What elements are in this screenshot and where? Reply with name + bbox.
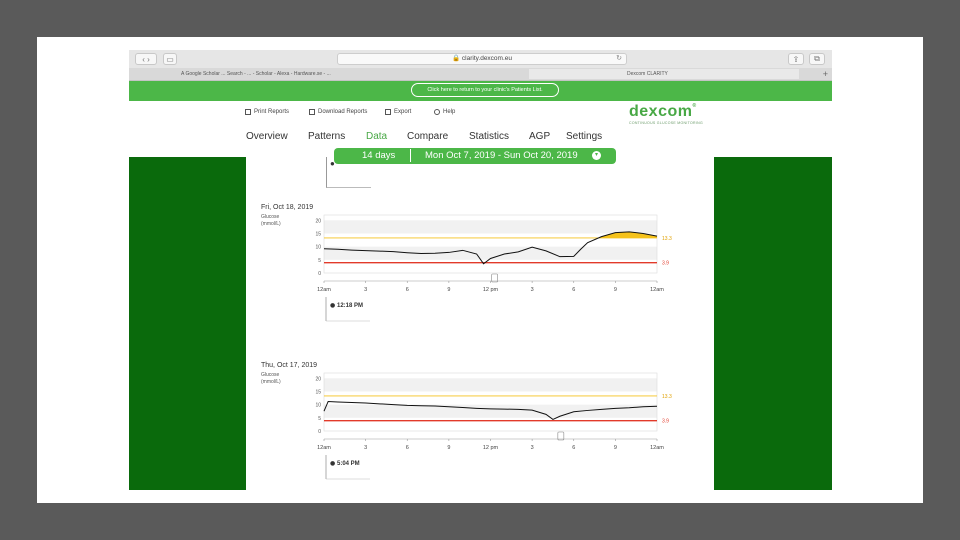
- y-tick-label: 0: [318, 429, 321, 435]
- reload-icon[interactable]: ↻: [616, 54, 622, 64]
- tab-compare[interactable]: Compare: [407, 131, 448, 142]
- y-tick-label: 20: [315, 218, 321, 224]
- y-tick-label: 10: [315, 245, 321, 251]
- y-axis-unit: (mmol/L): [261, 379, 281, 385]
- dexcom-logo: dexcom®: [629, 103, 697, 121]
- x-tick-label: 9: [614, 445, 617, 451]
- high-threshold-label: 13.3: [662, 394, 672, 400]
- x-tick-label: 9: [447, 287, 450, 293]
- event-time-label: 12:18 PM: [337, 303, 363, 309]
- x-tick-label: 9: [614, 287, 617, 293]
- url-text: clarity.dexcom.eu: [461, 55, 512, 62]
- event-time-label: 5:04 PM: [337, 461, 360, 467]
- left-side-band: [129, 157, 246, 490]
- logo-tagline: CONTINUOUS GLUCOSE MONITORING: [629, 121, 703, 125]
- date-range-label: Mon Oct 7, 2019 - Sun Oct 20, 2019: [425, 150, 578, 161]
- x-tick-label: 12am: [650, 445, 664, 451]
- chart-date-title: Thu, Oct 17, 2019: [261, 362, 317, 369]
- export-label: Export: [394, 109, 412, 115]
- y-tick-label: 15: [315, 389, 321, 395]
- tabs-icon[interactable]: ⧉: [809, 53, 825, 65]
- glucose-chart-svg: Fri, Oct 18, 2019 Glucose(mmol/L) 20 15 10 5 0…: [261, 204, 672, 322]
- grid-band: [324, 220, 657, 234]
- help-icon: [434, 109, 440, 115]
- sidebar-icon[interactable]: ▭: [163, 53, 177, 65]
- clinic-banner: Click here to return to your clinic's Pa…: [129, 81, 832, 101]
- address-bar[interactable]: 🔒 clarity.dexcom.eu ↻: [337, 53, 627, 65]
- y-axis-label: Glucose: [261, 214, 280, 220]
- y-axis-unit: (mmol/L): [261, 221, 281, 227]
- print-reports-link[interactable]: Print Reports: [245, 109, 289, 115]
- tab-dexcom-clarity[interactable]: Dexcom CLARITY: [529, 69, 799, 79]
- export-link[interactable]: Export: [385, 109, 411, 115]
- y-tick-label: 5: [318, 258, 321, 264]
- help-link[interactable]: Help: [434, 109, 455, 115]
- x-tick-label: 3: [364, 287, 367, 293]
- download-reports-label: Download Reports: [318, 109, 368, 115]
- export-icon: [385, 109, 391, 115]
- tab-settings[interactable]: Settings: [566, 131, 602, 142]
- x-tick-label: 12am: [650, 287, 664, 293]
- low-threshold-label: 3.9: [662, 419, 669, 425]
- event-dot-icon: ●: [330, 302, 335, 309]
- print-reports-label: Print Reports: [254, 109, 290, 115]
- registered-mark: ®: [692, 103, 697, 109]
- x-tick-label: 6: [406, 445, 409, 451]
- x-tick-label: 12 pm: [483, 287, 499, 293]
- y-tick-label: 20: [315, 376, 321, 382]
- tab-statistics[interactable]: Statistics: [469, 131, 509, 142]
- event-dot-icon: ●: [330, 460, 335, 467]
- x-tick-label: 9: [447, 445, 450, 451]
- daily-charts-panel: ● Re Fri, Oct 18, 2019Glucose(mmol/L)201…: [246, 157, 714, 490]
- x-tick-label: 6: [572, 445, 575, 451]
- x-tick-label: 3: [531, 287, 534, 293]
- return-to-patients-button[interactable]: Click here to return to your clinic's Pa…: [411, 83, 559, 97]
- x-tick-label: 12am: [317, 445, 331, 451]
- tab-bar: A Google Scholar ... Search - ... - Scho…: [129, 68, 832, 81]
- y-axis-label: Glucose: [261, 372, 280, 378]
- date-bar-divider: [410, 149, 411, 162]
- high-threshold-label: 13.3: [662, 236, 672, 242]
- x-tick-label: 6: [572, 287, 575, 293]
- logo-text: dexcom: [629, 103, 693, 120]
- browser-window: ‹ › ▭ 🔒 clarity.dexcom.eu ↻ ⇪ ⧉ A Google…: [129, 50, 832, 490]
- tab-agp[interactable]: AGP: [529, 131, 550, 142]
- new-tab-icon[interactable]: +: [823, 68, 828, 80]
- x-tick-label: 3: [531, 445, 534, 451]
- download-icon: [309, 109, 315, 115]
- date-range-selector[interactable]: 14 days Mon Oct 7, 2019 - Sun Oct 20, 20…: [334, 148, 616, 164]
- glucose-chart-svg: Thu, Oct 17, 2019 Glucose(mmol/L) 20 15 10 5 0…: [261, 362, 672, 480]
- chevron-down-icon[interactable]: ▾: [592, 151, 601, 160]
- chart-date-title: Fri, Oct 18, 2019: [261, 204, 313, 211]
- low-threshold-label: 3.9: [662, 261, 669, 267]
- tab-data[interactable]: Data: [366, 131, 387, 142]
- lock-icon: 🔒: [452, 55, 461, 62]
- tab-overview[interactable]: Overview: [246, 131, 288, 142]
- x-tick-label: 6: [406, 287, 409, 293]
- right-side-band: [714, 157, 832, 490]
- x-tick-label: 3: [364, 445, 367, 451]
- download-reports-link[interactable]: Download Reports: [309, 109, 367, 115]
- tab-scholar[interactable]: A Google Scholar ... Search - ... - Scho…: [181, 69, 431, 79]
- grid-band: [324, 378, 657, 392]
- browser-toolbar: ‹ › ▭ 🔒 clarity.dexcom.eu ↻ ⇪ ⧉: [129, 50, 832, 69]
- share-icon[interactable]: ⇪: [788, 53, 804, 65]
- printer-icon: [245, 109, 251, 115]
- grid-band: [324, 246, 657, 260]
- tab-patterns[interactable]: Patterns: [308, 131, 345, 142]
- daily-glucose-chart: Fri, Oct 18, 2019 Glucose (mmol/L) 20 15 10 5 0…: [246, 200, 714, 330]
- x-tick-label: 12 pm: [483, 445, 499, 451]
- y-tick-label: 10: [315, 403, 321, 409]
- x-tick-label: 12am: [317, 287, 331, 293]
- grid-band: [324, 404, 657, 418]
- days-label: 14 days: [362, 150, 396, 161]
- y-tick-label: 15: [315, 231, 321, 237]
- daily-glucose-chart: Thu, Oct 17, 2019 Glucose (mmol/L) 20 15 10 5 0…: [246, 358, 714, 488]
- y-tick-label: 0: [318, 271, 321, 277]
- y-tick-label: 5: [318, 416, 321, 422]
- help-label: Help: [443, 109, 456, 115]
- back-forward-buttons[interactable]: ‹ ›: [135, 53, 157, 65]
